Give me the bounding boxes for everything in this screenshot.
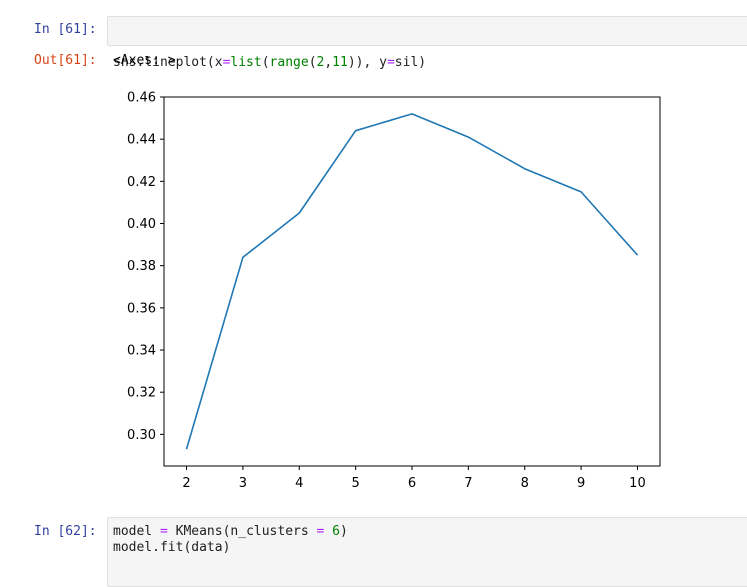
- y-tick-label: 0.36: [127, 301, 156, 316]
- line-chart: 0.30 0.32 0.34 0.36 0.38 0.40 0.42 0.44 0.46 2 3 4 5…: [127, 91, 661, 491]
- y-tick-label: 0.42: [127, 175, 156, 190]
- y-tick-label: 0.30: [127, 428, 156, 443]
- x-tick-label: 9: [577, 476, 585, 491]
- x-tick-label: 4: [295, 476, 303, 491]
- y-tick-label: 0.44: [127, 133, 156, 148]
- y-tick-label: 0.32: [127, 386, 156, 401]
- code-token: KMeans(n_clusters: [167, 524, 317, 539]
- code-token: model: [113, 524, 160, 539]
- x-tick-label: 2: [182, 476, 190, 491]
- y-tick-label: 0.40: [127, 217, 156, 232]
- x-tick-label: 6: [408, 476, 416, 491]
- y-tick-label: 0.38: [127, 259, 156, 274]
- x-tick-label: 5: [351, 476, 359, 491]
- x-tick-label: 10: [629, 476, 646, 491]
- code-token: ): [340, 524, 348, 539]
- x-tick-label: 3: [239, 476, 247, 491]
- code-token: 6: [332, 524, 340, 539]
- code-line: model.fit(data): [113, 540, 746, 556]
- x-tick-label: 8: [521, 476, 529, 491]
- y-tick-label: 0.46: [127, 91, 156, 106]
- x-tick-label: 7: [464, 476, 472, 491]
- input-prompt-62: In [62]:: [34, 524, 97, 539]
- code-line: model = KMeans(n_clusters = 6): [113, 524, 746, 540]
- plot-frame: [163, 96, 661, 467]
- code-token: =: [159, 524, 168, 539]
- code-token: model.fit(data): [113, 540, 231, 555]
- code-cell-62[interactable]: model = KMeans(n_clusters = 6) model.fit(…: [107, 517, 747, 587]
- y-tick-label: 0.34: [127, 344, 156, 359]
